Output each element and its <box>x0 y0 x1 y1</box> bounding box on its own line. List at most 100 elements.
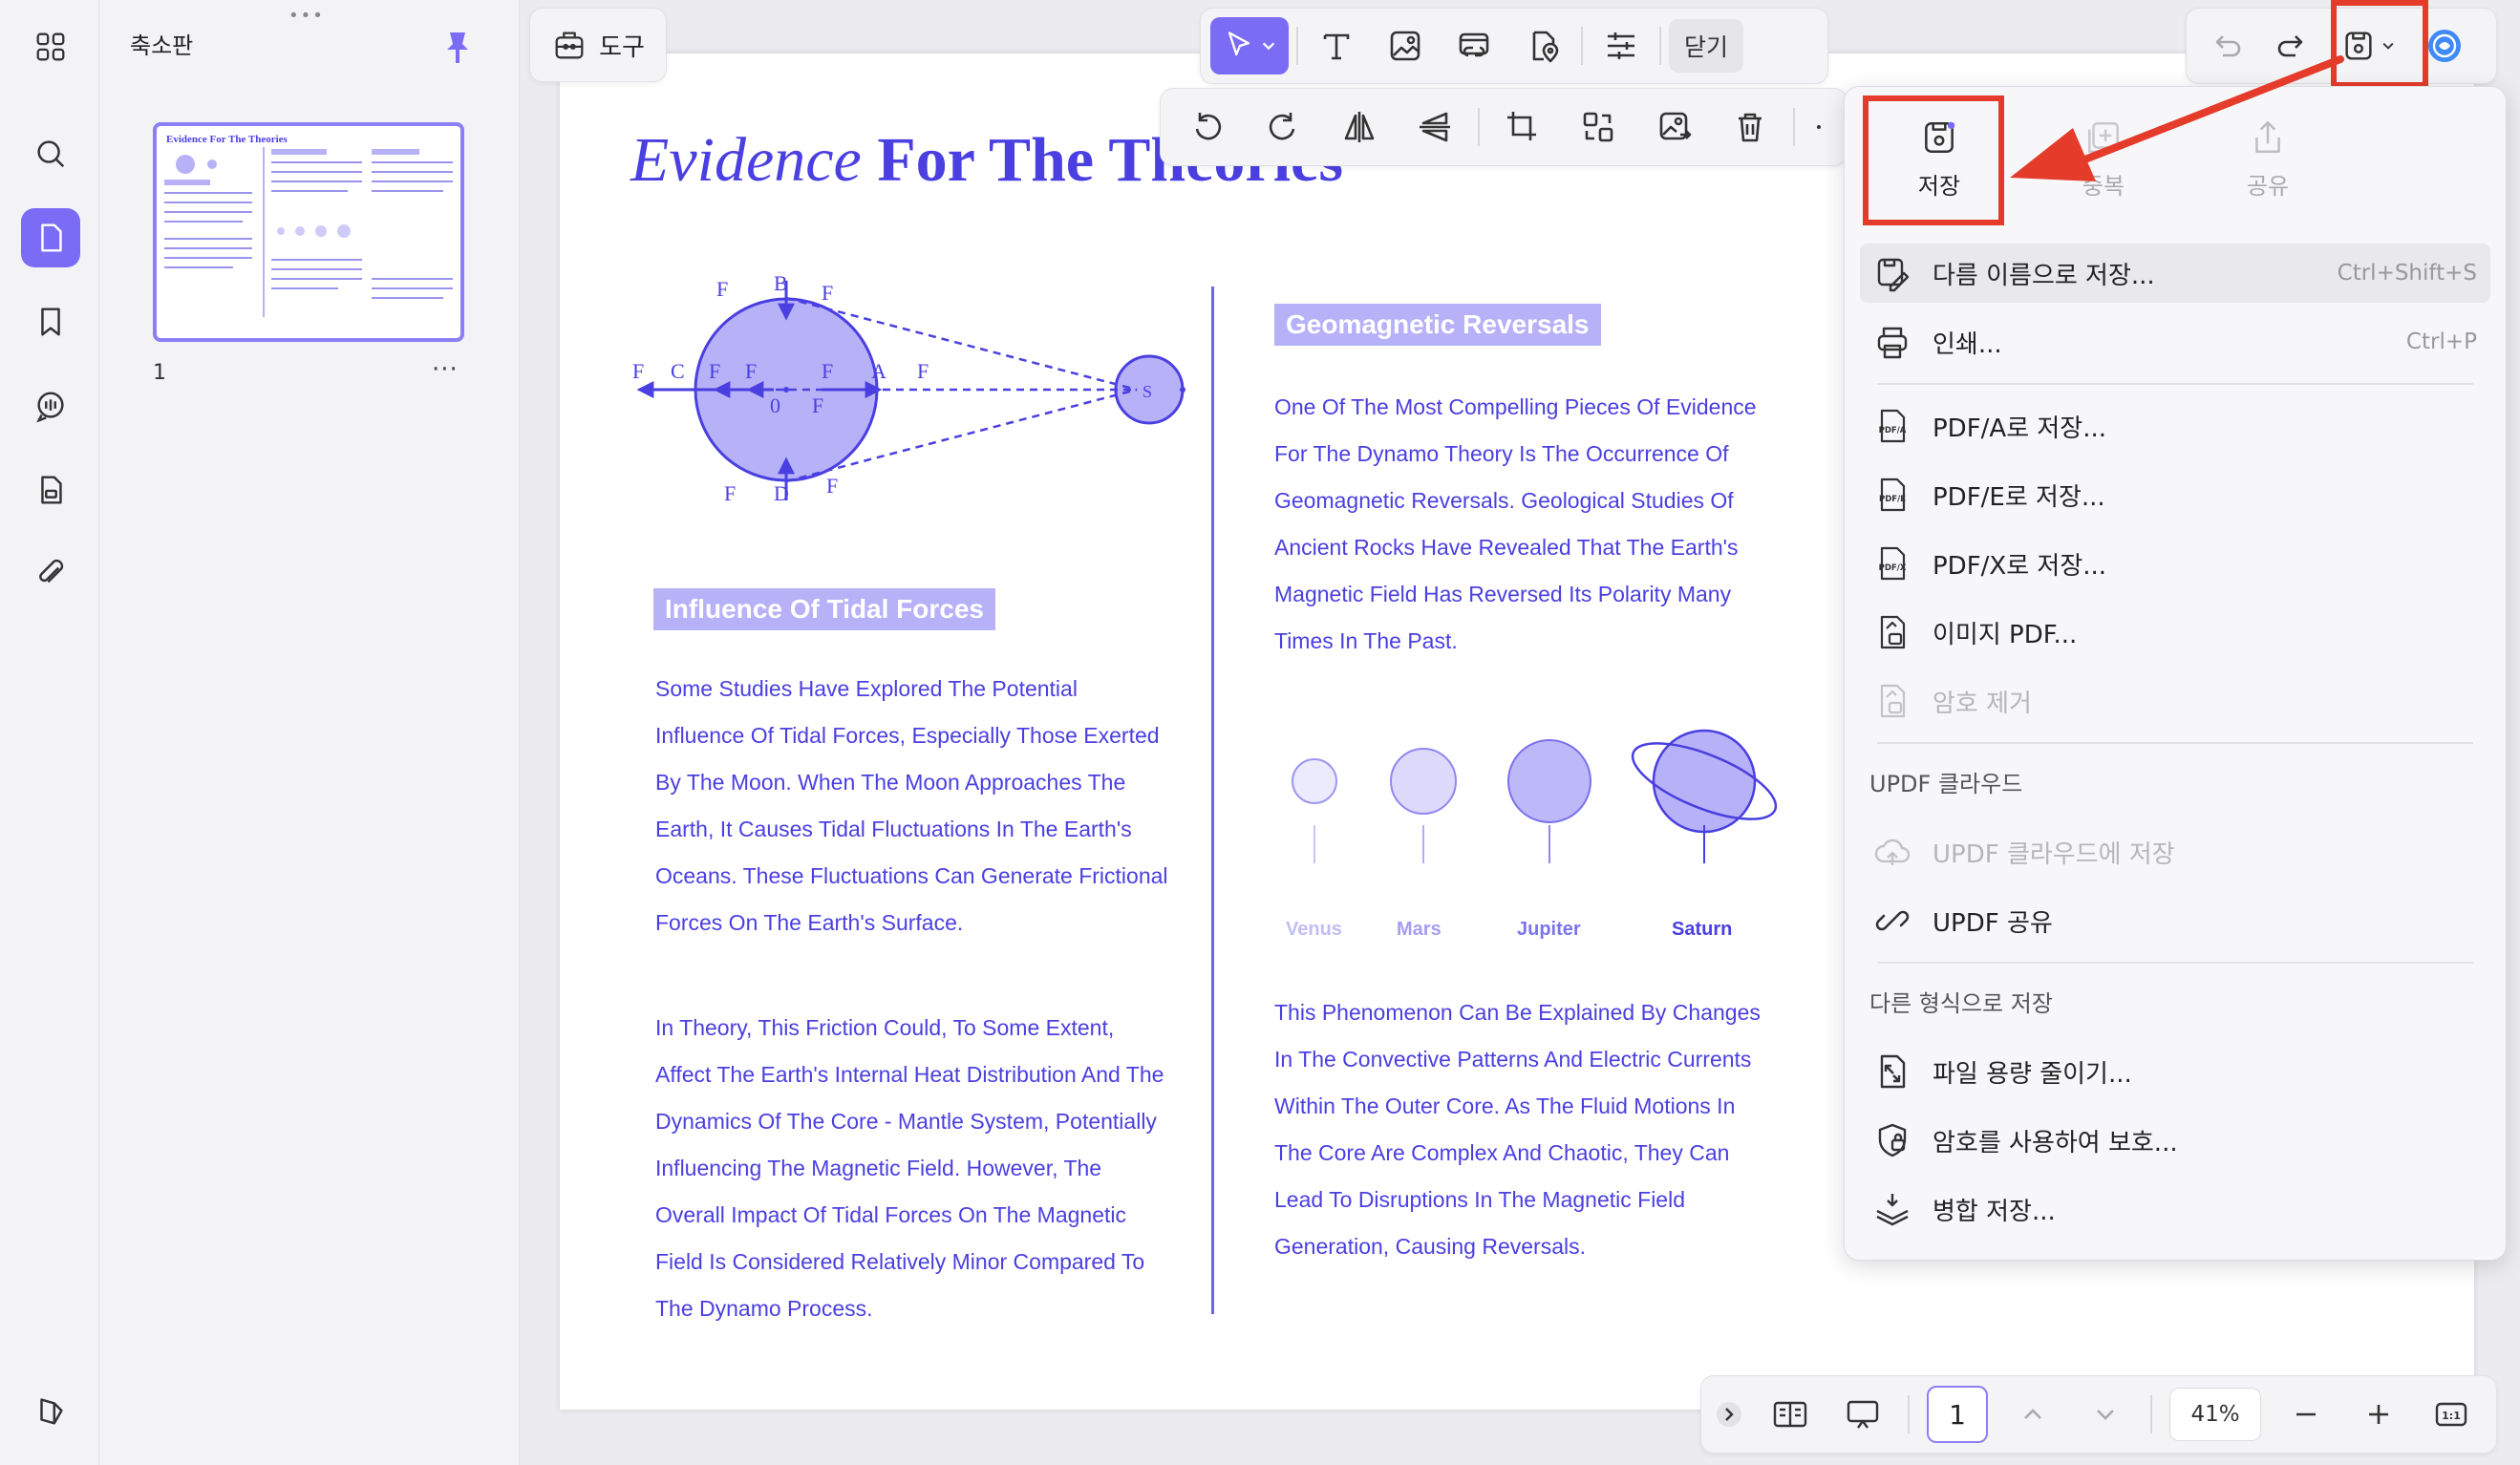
image-tool-button[interactable] <box>1375 17 1436 74</box>
svg-text:PDF/E: PDF/E <box>1879 495 1906 504</box>
close-edit-button[interactable]: 닫기 <box>1669 19 1744 73</box>
delete-button[interactable] <box>1718 98 1784 156</box>
layers-icon[interactable] <box>21 1381 80 1440</box>
section-updf-cloud: UPDF 클라우드 <box>1869 771 2023 797</box>
tools-button[interactable]: 도구 <box>529 8 667 82</box>
next-page-button[interactable] <box>2078 1386 2133 1443</box>
menu-save-as-label: 다름 이름으로 저장... <box>1933 261 2155 290</box>
save-as-icon <box>1877 258 1910 292</box>
search-icon[interactable] <box>21 124 80 183</box>
collapse-bar-button[interactable] <box>1713 1386 1745 1443</box>
flip-vertical-button[interactable] <box>1402 98 1469 156</box>
actual-size-button[interactable]: 1:1 <box>2424 1386 2479 1443</box>
zoom-level[interactable]: 41% <box>2169 1388 2261 1441</box>
menu-updf-share[interactable]: UPDF 공유 <box>1860 891 2490 950</box>
menu-save-pdfe[interactable]: PDF/E PDF/E로 저장... <box>1860 465 2490 524</box>
menu-save-pdfa[interactable]: PDF/A PDF/A로 저장... <box>1860 396 2490 456</box>
zoom-out-button[interactable] <box>2278 1386 2334 1443</box>
page-layout-button[interactable] <box>1762 1386 1818 1443</box>
rotate-left-button[interactable] <box>1174 98 1241 156</box>
menu-remove-password[interactable]: 암호 제거 <box>1860 671 2490 731</box>
comment-icon[interactable] <box>21 376 80 435</box>
menu-save-pdfx-label: PDF/X로 저장... <box>1933 551 2107 581</box>
drag-handle-icon[interactable]: ••• <box>288 6 325 26</box>
toolbar-separator <box>1908 1395 1910 1433</box>
crop-button[interactable] <box>1489 98 1556 156</box>
link-icon <box>1875 910 1910 931</box>
link-tool-button[interactable] <box>1443 17 1505 74</box>
bookmark-icon[interactable] <box>21 292 80 351</box>
title-italic: Evidence <box>630 125 862 195</box>
chevron-down-icon <box>2097 1410 2114 1420</box>
shield-lock-icon <box>1878 1123 1907 1157</box>
menu-save-pdfx[interactable]: PDF/X PDF/X로 저장... <box>1860 534 2490 593</box>
menu-protect-password[interactable]: 암호를 사용하여 보호... <box>1860 1111 2490 1170</box>
menu-print[interactable]: 인쇄... Ctrl+P <box>1860 312 2490 372</box>
menu-separator <box>1877 742 2473 744</box>
svg-text:1:1: 1:1 <box>2442 1410 2461 1422</box>
thumbnails-icon[interactable] <box>21 208 80 267</box>
chevron-up-icon <box>2024 1409 2041 1419</box>
more-tools-button[interactable] <box>1805 98 1833 156</box>
label-s: S <box>1143 382 1152 401</box>
extract-image-icon <box>1659 112 1692 140</box>
remove-password-icon <box>1880 684 1906 718</box>
replace-image-button[interactable] <box>1566 98 1633 156</box>
svg-text:F: F <box>745 359 757 383</box>
svg-text:F: F <box>632 359 644 383</box>
right-paragraph-2: This Phenomenon Can Be Explained By Chan… <box>1274 1000 1761 1259</box>
menu-print-shortcut: Ctrl+P <box>2405 329 2477 354</box>
link-location-tool-button[interactable] <box>1512 17 1573 74</box>
page-thumbnail[interactable]: Evidence For The Theories <box>153 122 464 342</box>
trash-icon <box>1739 113 1762 142</box>
flip-horizontal-button[interactable] <box>1326 98 1393 156</box>
previous-page-button[interactable] <box>2005 1386 2061 1443</box>
left-paragraph-2: In Theory, This Friction Could, To Some … <box>655 1015 1164 1321</box>
svg-text:F: F <box>812 393 823 417</box>
apps-grid-icon[interactable] <box>21 17 80 76</box>
planet-label-mars: Mars <box>1397 919 1442 940</box>
rotate-right-button[interactable] <box>1250 98 1317 156</box>
menu-image-pdf[interactable]: 이미지 PDF... <box>1860 603 2490 662</box>
menu-save-as[interactable]: 다름 이름으로 저장... Ctrl+Shift+S <box>1860 244 2490 303</box>
menu-compress[interactable]: 파일 용량 줄이기... <box>1860 1042 2490 1101</box>
text-tool-button[interactable] <box>1306 17 1367 74</box>
attachment-icon[interactable] <box>21 544 80 604</box>
svg-text:PDF/A: PDF/A <box>1879 426 1907 435</box>
page-number-input[interactable]: 1 <box>1927 1386 1988 1443</box>
toolbar-separator <box>1296 27 1298 65</box>
menu-save-pdfa-label: PDF/A로 저장... <box>1933 414 2107 443</box>
location-icon <box>1532 31 1559 63</box>
image-toolbar <box>1160 88 1847 166</box>
toolbar-separator <box>1659 27 1661 65</box>
menu-save-to-cloud-label: UPDF 클라우드에 저장 <box>1933 839 2175 869</box>
menu-separator <box>1877 383 2473 385</box>
menu-save-to-cloud[interactable]: UPDF 클라우드에 저장 <box>1860 822 2490 881</box>
page-organize-icon[interactable] <box>21 460 80 520</box>
menu-image-pdf-label: 이미지 PDF... <box>1933 620 2078 649</box>
column-divider <box>1211 287 1214 1314</box>
toolbar-separator <box>1478 108 1481 146</box>
presentation-button[interactable] <box>1835 1386 1890 1443</box>
select-tool-button[interactable] <box>1210 17 1289 74</box>
bottom-navigation-bar: 1 41% 1:1 <box>1700 1375 2497 1454</box>
toolbar-separator <box>2150 1395 2152 1433</box>
left-rail <box>0 0 99 1465</box>
pin-icon[interactable] <box>441 29 474 67</box>
thumbnail-more-button[interactable]: ··· <box>432 355 459 384</box>
menu-compress-label: 파일 용량 줄이기... <box>1933 1059 2132 1089</box>
menu-flatten-save-label: 병합 저장... <box>1933 1197 2056 1226</box>
zoom-in-button[interactable] <box>2351 1386 2406 1443</box>
properties-button[interactable] <box>1591 17 1652 74</box>
annotation-arrow <box>2010 55 2344 181</box>
flip-vertical-icon <box>1420 112 1451 142</box>
planet-label-saturn: Saturn <box>1672 919 1733 940</box>
menu-save-as-shortcut: Ctrl+Shift+S <box>2337 261 2477 286</box>
replace-icon <box>1584 112 1613 142</box>
flip-horizontal-icon <box>1344 112 1375 142</box>
rotate-left-icon <box>1195 113 1221 140</box>
menu-flatten-save[interactable]: 병합 저장... <box>1860 1179 2490 1239</box>
book-icon <box>1773 1401 1807 1428</box>
text-icon <box>1323 33 1350 60</box>
extract-image-button[interactable] <box>1641 98 1708 156</box>
